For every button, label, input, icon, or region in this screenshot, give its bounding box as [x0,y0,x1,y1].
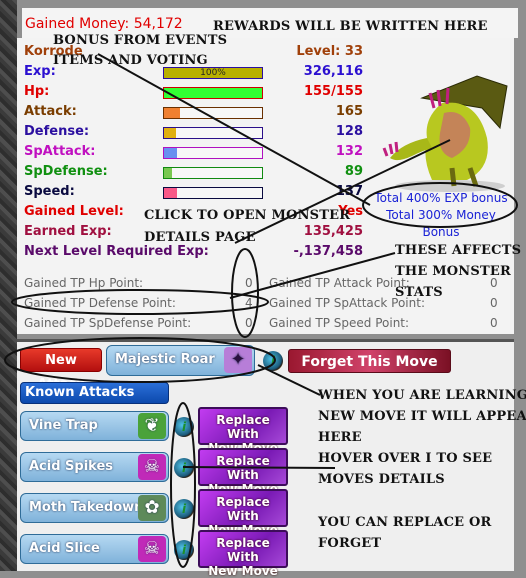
annotation-click-2: details page [144,230,256,245]
annotation-learn-5: moves details [318,472,445,487]
summary-value: 135,425 [303,224,363,239]
decorative-border [0,0,17,571]
stat-bar-fill-attack [164,108,180,118]
annotation-rewards: Rewards will be written here [213,19,488,34]
stat-value-speed: 137 [335,184,363,199]
replace-with-new-move-button[interactable]: Replace WithNew Move [198,407,288,455]
stat-bar-speed [163,187,263,199]
stat-label-spattack: SpAttack: [24,144,96,159]
stat-value-spdefense: 89 [344,164,363,179]
stat-bar-defense [163,127,263,139]
stat-bar-spdefense [163,167,263,179]
tp-label: Gained TP Defense Point: [24,296,176,310]
replace-label-line1: Replace With [216,495,270,523]
replace-label-line1: Replace With [216,454,270,482]
annotation-click-1: Click to open monster [144,208,351,223]
stat-bar-attack [163,107,263,119]
replace-with-new-move-button[interactable]: Replace WithNew Move [198,530,288,578]
new-attack-badge: New Attack [20,348,102,392]
move-info-icon[interactable]: i [174,499,194,519]
stat-value-hp: 155/155 [303,84,363,99]
stat-label-exp: Exp: [24,64,56,79]
tp-label: Gained TP SpDefense Point: [24,316,192,330]
stat-bar-fill-hp [164,88,262,98]
top-bar [17,0,526,8]
forget-move-button[interactable]: Forget This Move [288,349,451,373]
tp-value: 0 [490,316,498,330]
tp-label: Gained TP Hp Point: [24,276,144,290]
known-move-button[interactable]: Acid Spikes ☠ [20,452,169,482]
stat-bar-fill-spdefense [164,168,172,178]
move-info-icon[interactable]: i [174,458,194,478]
annotation-tp-1: These affects [395,243,522,258]
replace-label-line1: Replace With [216,536,270,564]
move-info-icon[interactable]: i [174,417,194,437]
tp-value: 0 [245,316,253,330]
monster-level: Level: 33 [296,44,363,59]
annotation-learn-4: hover over i to see [318,451,493,466]
right-border [514,38,526,571]
stat-value-spattack: 132 [335,144,363,159]
summary-label: Gained Level: [24,204,124,219]
annotation-tp-2: the monster [395,264,511,279]
tp-label: Gained TP Speed Point: [269,316,410,330]
bug-icon: ✿ [138,495,166,521]
annotation-learn-2: new move it will appear [318,409,526,424]
money-bonus-cont: Bonus [422,225,460,239]
tp-value: 4 [245,296,253,310]
grass-leaf-icon: ❦ [138,413,166,439]
exp-bonus: Total 400% EXP bonus [374,191,508,205]
annotation-learn-7: forget [318,536,382,551]
known-move-button[interactable]: Acid Slice ☠ [20,534,169,564]
known-move-name: Moth Takedown [29,500,144,515]
poison-skull-icon: ☠ [138,454,166,480]
bonus-info: Total 400% EXP bonus Total 300% Money Bo… [366,190,516,241]
tp-value: 0 [245,276,253,290]
new-move-button[interactable]: Majestic Roar ✦ [106,345,255,376]
stat-value-defense: 128 [335,124,363,139]
stat-label-spdefense: SpDefense: [24,164,108,179]
annotation-learn-1: When you are learning [318,388,526,403]
known-attacks-header: Known Attacks [20,382,169,404]
annotation-learn-3: here [318,430,362,445]
known-move-name: Acid Spikes [29,459,114,474]
annotation-bonus-1: Bonus from events [53,33,228,48]
annotation-bonus-2: items and voting [53,53,208,68]
stat-bar-spattack [163,147,263,159]
known-move-name: Acid Slice [29,541,100,556]
poison-skull-icon: ☠ [138,536,166,562]
annotation-learn-6: You can replace or [318,515,492,530]
move-info-icon[interactable]: i [174,540,194,560]
annotation-tp-3: stats [395,285,443,300]
summary-value: -,137,458 [293,244,363,259]
tp-label: Gained TP Attack Point: [269,276,410,290]
new-move-name: Majestic Roar [115,352,215,367]
stat-bar-fill-defense [164,128,176,138]
known-move-button[interactable]: Moth Takedown ✿ [20,493,169,523]
replace-label-line2: New Move [208,564,278,578]
dragon-monster-image[interactable] [382,68,512,194]
stat-label-hp: Hp: [24,84,50,99]
new-move-info-icon[interactable]: i [263,351,283,371]
known-move-name: Vine Trap [29,418,98,433]
stat-value-exp: 326,116 [303,64,363,79]
stat-bar-fill-speed [164,188,177,198]
replace-with-new-move-button[interactable]: Replace WithNew Move [198,448,288,496]
stat-label-speed: Speed: [24,184,75,199]
stat-value-attack: 165 [335,104,363,119]
stat-bar-fill-spattack [164,148,177,158]
stat-label-attack: Attack: [24,104,77,119]
replace-label-line1: Replace With [216,413,270,441]
stat-bar-hp [163,87,263,99]
replace-with-new-move-button[interactable]: Replace WithNew Move [198,489,288,537]
stat-label-defense: Defense: [24,124,90,139]
known-move-button[interactable]: Vine Trap ❦ [20,411,169,441]
money-bonus: Total 300% Money [386,208,496,222]
dragon-type-icon: ✦ [224,347,252,373]
summary-label: Earned Exp: [24,224,112,239]
tp-value: 0 [490,296,498,310]
